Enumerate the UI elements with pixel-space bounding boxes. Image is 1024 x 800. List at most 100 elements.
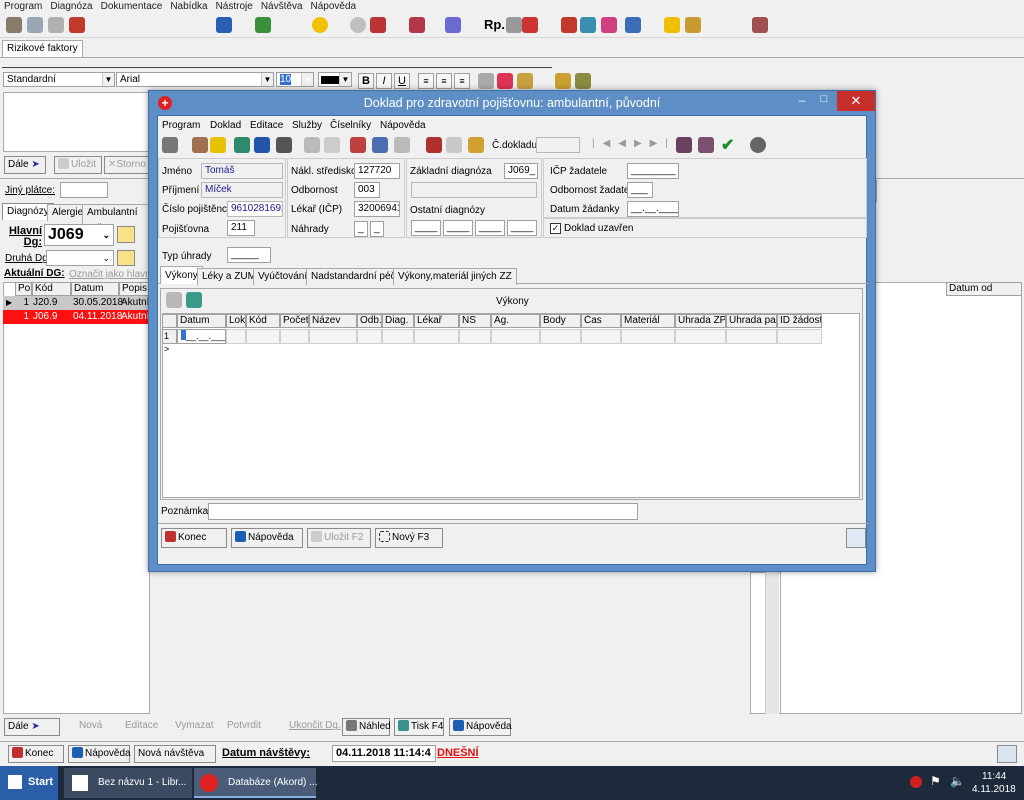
napoveda-button[interactable]: Nápověda bbox=[231, 528, 303, 548]
maximize-icon[interactable]: □ bbox=[815, 93, 833, 111]
ukoncit-dg-button[interactable]: Ukončit Dg. bbox=[286, 718, 341, 736]
typ-uhrady-field[interactable]: _____ bbox=[227, 247, 271, 263]
novy-button[interactable]: Nový F3 bbox=[375, 528, 443, 548]
ulozit-button[interactable]: Uložit F2 bbox=[307, 528, 371, 548]
vykony-header-13[interactable]: Úhrada ZP bbox=[675, 314, 726, 328]
vykony-cell-7[interactable] bbox=[414, 329, 459, 344]
vykony-header-0[interactable]: Datum bbox=[177, 314, 226, 328]
doklad-uzavren-checkbox[interactable]: ✓ bbox=[550, 223, 561, 234]
vykony-cell-12[interactable] bbox=[621, 329, 675, 344]
vykony-cell-2[interactable] bbox=[246, 329, 280, 344]
menu-program[interactable]: Program bbox=[0, 0, 46, 14]
settings-icon[interactable] bbox=[750, 137, 766, 153]
nova-navsteva-button[interactable]: Nová návštěva bbox=[134, 745, 216, 763]
rt-editor[interactable] bbox=[3, 92, 153, 152]
size-select[interactable]: 10 ▼ bbox=[276, 72, 314, 87]
find-next-icon[interactable] bbox=[372, 137, 388, 153]
align-left-icon[interactable]: ≡ bbox=[418, 73, 434, 89]
print-icon[interactable] bbox=[234, 137, 250, 153]
vykony-cell-3[interactable] bbox=[280, 329, 309, 344]
vykony-header-3[interactable]: Počet bbox=[280, 314, 309, 328]
people-icon[interactable] bbox=[561, 17, 577, 33]
pen-icon[interactable] bbox=[210, 137, 226, 153]
calc-icon[interactable] bbox=[254, 137, 270, 153]
vykony-cell-10[interactable] bbox=[540, 329, 581, 344]
patients-icon[interactable] bbox=[27, 17, 43, 33]
vykony-cell-11[interactable] bbox=[581, 329, 621, 344]
format-icon[interactable] bbox=[517, 73, 533, 89]
gift-icon[interactable] bbox=[685, 17, 701, 33]
dnesni-link[interactable]: DNEŠNÍ bbox=[437, 747, 479, 759]
vykony-header-1[interactable]: Lok. bbox=[226, 314, 246, 328]
volume-icon[interactable]: 🔈 bbox=[950, 774, 965, 788]
ostatni-dg-field-3[interactable]: ____ bbox=[475, 220, 505, 236]
calendar-icon[interactable] bbox=[601, 17, 617, 33]
printer-icon[interactable] bbox=[752, 17, 768, 33]
dg-header-por[interactable]: Poř bbox=[15, 282, 32, 296]
header-datum-od[interactable]: Datum od bbox=[946, 282, 1022, 296]
taskbar-item-databaze[interactable]: Databáze (Akord) ... bbox=[194, 768, 317, 798]
taskbar-item-writer[interactable]: Bez názvu 1 - Libr... bbox=[64, 768, 192, 798]
vykony-header-11[interactable]: Čas bbox=[581, 314, 621, 328]
vykony-header-5[interactable]: Odb. bbox=[357, 314, 382, 328]
vykony-header-4[interactable]: Název bbox=[309, 314, 357, 328]
storno-button-rt[interactable]: ✕Storno bbox=[104, 156, 150, 174]
pojistovna-field[interactable]: 211 bbox=[227, 220, 255, 236]
scrollbar[interactable] bbox=[765, 572, 779, 714]
font-select[interactable]: Arial ▼ bbox=[116, 72, 274, 87]
folder-open-icon[interactable] bbox=[117, 226, 135, 243]
hlavni-dg-select[interactable]: J069 ⌄ bbox=[44, 224, 114, 246]
vykony-header-12[interactable]: Materiál bbox=[621, 314, 675, 328]
napoveda-button-bottom[interactable]: Nápověda bbox=[449, 718, 512, 736]
find-disabled-icon[interactable] bbox=[394, 137, 410, 153]
users-icon[interactable] bbox=[580, 17, 596, 33]
help-icon[interactable] bbox=[664, 17, 680, 33]
cross-icon[interactable] bbox=[255, 17, 271, 33]
vykony-header-7[interactable]: Lékař bbox=[414, 314, 459, 328]
vykony-header-6[interactable]: Diag. bbox=[382, 314, 414, 328]
potvrdit-button[interactable]: Potvrdit bbox=[224, 718, 272, 736]
paste-doc-icon[interactable] bbox=[324, 137, 340, 153]
group-icon[interactable] bbox=[186, 292, 202, 308]
dlg-menu-sluzby[interactable]: Služby bbox=[292, 120, 322, 131]
radiation-icon[interactable] bbox=[312, 17, 328, 33]
odbornost-field[interactable]: 003 bbox=[354, 182, 380, 198]
tools-icon[interactable] bbox=[192, 137, 208, 153]
puzzle-icon[interactable] bbox=[446, 137, 462, 153]
ekg-icon[interactable] bbox=[409, 17, 425, 33]
start-button[interactable]: Start bbox=[0, 766, 58, 800]
dg-header-datum[interactable]: Datum bbox=[71, 282, 119, 296]
tab-diagnozy[interactable]: Diagnózy bbox=[2, 203, 54, 220]
dale-button[interactable]: Dále ➤ bbox=[4, 718, 60, 736]
flag-icon[interactable]: ⚑ bbox=[930, 774, 941, 788]
vykony-datum-cell[interactable]: __.__.____ bbox=[177, 329, 226, 344]
print-list-icon[interactable] bbox=[445, 17, 461, 33]
ulozit-button-rt[interactable]: Uložit bbox=[54, 156, 102, 174]
dg-header-popis[interactable]: Popis bbox=[119, 282, 150, 296]
vykony-cell-13[interactable] bbox=[675, 329, 726, 344]
vykony-header-10[interactable]: Body bbox=[540, 314, 581, 328]
chart-icon[interactable] bbox=[426, 137, 442, 153]
dlg-menu-napoveda[interactable]: Nápověda bbox=[380, 120, 426, 131]
table-row[interactable]: ▶ 1 J20.9 30.05.2018 Akutní bbox=[3, 296, 150, 310]
minimize-icon[interactable]: – bbox=[793, 93, 811, 111]
clock-date[interactable]: 4.11.2018 bbox=[972, 784, 1016, 795]
dale-button-rt[interactable]: Dále ➤ bbox=[4, 156, 46, 174]
nova-button[interactable]: Nová bbox=[76, 718, 114, 736]
konec-button[interactable]: Konec bbox=[161, 528, 227, 548]
user-find-icon[interactable] bbox=[676, 137, 692, 153]
chat-icon[interactable] bbox=[350, 17, 366, 33]
hand-icon[interactable] bbox=[555, 73, 571, 89]
datum-zadanky-field[interactable]: __.__.____ bbox=[627, 201, 679, 217]
dlg-menu-editace[interactable]: Editace bbox=[250, 120, 283, 131]
vykony-cell-14[interactable] bbox=[726, 329, 777, 344]
patient-icon[interactable] bbox=[6, 17, 22, 33]
italic-button[interactable]: I bbox=[376, 73, 392, 89]
druha-dg-select[interactable]: ⌄ bbox=[46, 250, 114, 266]
tab-nadstandardni[interactable]: Nadstandardní péče bbox=[306, 268, 407, 285]
align-center-icon[interactable]: ≡ bbox=[436, 73, 452, 89]
poznamka-input[interactable] bbox=[208, 503, 638, 520]
datum-navstevy-input[interactable]: 04.11.2018 11:14:4 bbox=[332, 745, 436, 762]
window-icon[interactable] bbox=[625, 17, 641, 33]
jiny-platce-input[interactable] bbox=[60, 182, 108, 198]
